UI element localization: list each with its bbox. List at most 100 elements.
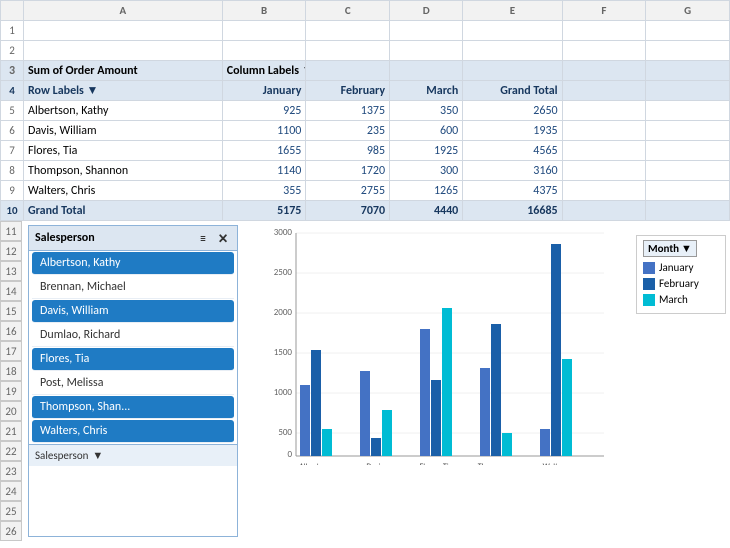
row-num-26: 26 [0,521,22,541]
cell-1F [562,21,646,41]
cell-3D [390,61,463,81]
cell-3G [646,61,730,81]
pivot-jan-walters: 355 [222,181,306,201]
pivot-jan-thompson: 1140 [222,161,306,181]
cell-2G [646,41,730,61]
pivot-grand-jan: 5175 [222,201,306,221]
row-num-3: 3 [1,61,24,81]
cell-6G [646,121,730,141]
legend-dropdown-label: Month [648,242,679,255]
cell-2C [306,41,390,61]
cell-1A [24,21,223,41]
legend-item-january: January [643,261,719,274]
cell-2F [562,41,646,61]
pivot-grand-total: 16685 [463,201,562,221]
col-header-C: C [306,1,390,21]
bar-mar-thompson [502,433,512,456]
filter-item-walters[interactable]: Walters, Chris [32,420,234,443]
pivot-data-row-walters: 9 Walters, Chris 355 2755 1265 4375 [1,181,730,201]
filter-item-post[interactable]: Post, Melissa [32,372,234,395]
filter-item-davis[interactable]: Davis, William [32,300,234,323]
pivot-mar-thompson: 300 [390,161,463,181]
cell-2E [463,41,562,61]
filter-item-thompson[interactable]: Thompson, Shan... [32,396,234,419]
svg-text:Davis,: Davis, [366,462,385,465]
cell-5G [646,101,730,121]
legend-dropdown-arrow: ▼ [681,242,692,255]
legend-label-february: February [659,277,699,290]
pivot-grand-total-label: Grand Total [24,201,223,221]
filter-item-dumlao[interactable]: Dumlao, Richard [32,324,234,347]
cell-3F [562,61,646,81]
pivot-mar-flores: 1925 [390,141,463,161]
col-header-D: D [390,1,463,21]
bar-jan-albertson [300,385,310,456]
filter-sort-icon[interactable]: ≡ [195,230,211,246]
table-row: 3 Sum of Order Amount Column Labels ▼ [1,61,730,81]
chart-legend: Month ▼ January February March [636,235,726,314]
chart-container: 3000 2500 2000 1500 1000 500 0 [252,225,726,495]
filter-panel-icons: ≡ 🗙 [195,230,231,246]
legend-label-january: January [659,261,693,274]
filter-footer-label: Salesperson [35,449,88,462]
pivot-name-thompson: Thompson, Shannon [24,161,223,181]
pivot-column-labels-row: 4 Row Labels ▼ January February March Gr… [1,81,730,101]
row-num-17: 17 [0,341,22,361]
bar-mar-flores [442,308,452,456]
cell-10F [562,201,646,221]
col-header-G: G [646,1,730,21]
row-num-19: 19 [0,381,22,401]
legend-dropdown[interactable]: Month ▼ [643,240,697,257]
bar-jan-flores [420,329,430,456]
row-num-5: 5 [1,101,24,121]
filter-panel-title: Salesperson [35,231,95,245]
cell-5F [562,101,646,121]
row-headers-bottom: 11 12 13 14 15 16 17 18 19 20 21 22 23 2… [0,221,22,541]
pivot-total-davis: 1935 [463,121,562,141]
filter-item-flores[interactable]: Flores, Tia [32,348,234,371]
svg-text:2000: 2000 [274,307,293,318]
bar-chart: 3000 2500 2000 1500 1000 500 0 [252,225,636,465]
svg-text:1500: 1500 [274,347,293,358]
svg-text:Thompson,: Thompson, [478,462,514,465]
row-num-6: 6 [1,121,24,141]
filter-item-brennan[interactable]: Brennan, Michael [32,276,234,299]
pivot-feb-thompson: 1720 [306,161,390,181]
pivot-data-row-albertson: 5 Albertson, Kathy 925 1375 350 2650 [1,101,730,121]
pivot-february-header: February [306,81,390,101]
cell-2B [222,41,306,61]
bar-feb-flores [431,380,441,456]
cell-1E [463,21,562,41]
filter-item-albertson[interactable]: Albertson, Kathy [32,252,234,275]
row-num-23: 23 [0,461,22,481]
pivot-grand-total-row: 10 Grand Total 5175 7070 4440 16685 [1,201,730,221]
row-num-13: 13 [0,261,22,281]
cell-7G [646,141,730,161]
row-num-14: 14 [0,281,22,301]
row-num-10: 10 [1,201,24,221]
row-num-20: 20 [0,401,22,421]
cell-3C [306,61,390,81]
row-num-16: 16 [0,321,22,341]
svg-text:Albertson,: Albertson, [299,462,333,465]
table-row: 2 [1,41,730,61]
pivot-total-walters: 4375 [463,181,562,201]
bar-jan-walters [540,429,550,456]
svg-text:500: 500 [278,427,292,438]
cell-9F [562,181,646,201]
svg-text:3000: 3000 [274,227,293,238]
pivot-name-davis: Davis, William [24,121,223,141]
pivot-row-labels-header[interactable]: Row Labels ▼ [24,81,223,101]
row-num-25: 25 [0,501,22,521]
row-num-11: 11 [0,221,22,241]
svg-text:Walters,: Walters, [543,462,570,465]
pivot-data-row-thompson: 8 Thompson, Shannon 1140 1720 300 3160 [1,161,730,181]
filter-footer-dropdown-icon[interactable]: ▼ [92,449,103,462]
pivot-feb-walters: 2755 [306,181,390,201]
filter-clear-icon[interactable]: 🗙 [215,230,231,246]
row-num-8: 8 [1,161,24,181]
filter-panel-footer[interactable]: Salesperson ▼ [29,444,237,466]
pivot-jan-davis: 1100 [222,121,306,141]
col-header-A: A [24,1,223,21]
pivot-total-albertson: 2650 [463,101,562,121]
